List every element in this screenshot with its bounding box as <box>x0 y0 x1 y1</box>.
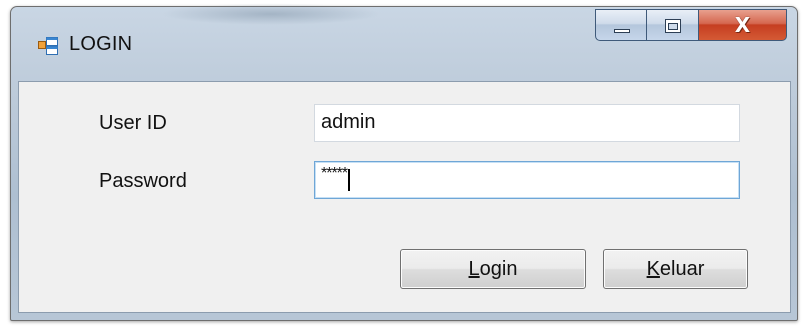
password-masked-value: ***** <box>321 165 348 182</box>
maximize-button[interactable] <box>647 9 699 41</box>
login-mnemonic: L <box>468 258 480 280</box>
keluar-mnemonic: K <box>646 258 660 280</box>
window-title: LOGIN <box>69 33 133 55</box>
maximize-icon <box>665 19 681 33</box>
login-button[interactable]: Login <box>400 249 586 289</box>
login-window: LOGIN X User ID admin Password ***** Log… <box>10 3 798 321</box>
password-label: Password <box>99 170 187 192</box>
minimize-icon <box>614 29 630 33</box>
close-button[interactable]: X <box>699 9 787 41</box>
login-label-rest: ogin <box>479 258 518 280</box>
userid-value: admin <box>321 111 376 133</box>
caption-buttons: X <box>595 9 787 43</box>
text-caret <box>348 169 351 191</box>
title-bar[interactable]: LOGIN X <box>11 3 797 81</box>
userid-input[interactable]: admin <box>314 104 740 142</box>
form-client-area: User ID admin Password ***** Login Kelua… <box>18 81 791 313</box>
keluar-label-rest: eluar <box>659 258 705 280</box>
form-app-icon <box>38 37 58 55</box>
close-icon: X <box>734 13 751 37</box>
password-input[interactable]: ***** <box>314 161 740 199</box>
keluar-button[interactable]: Keluar <box>603 249 748 289</box>
userid-label: User ID <box>99 112 167 134</box>
minimize-button[interactable] <box>595 9 647 41</box>
